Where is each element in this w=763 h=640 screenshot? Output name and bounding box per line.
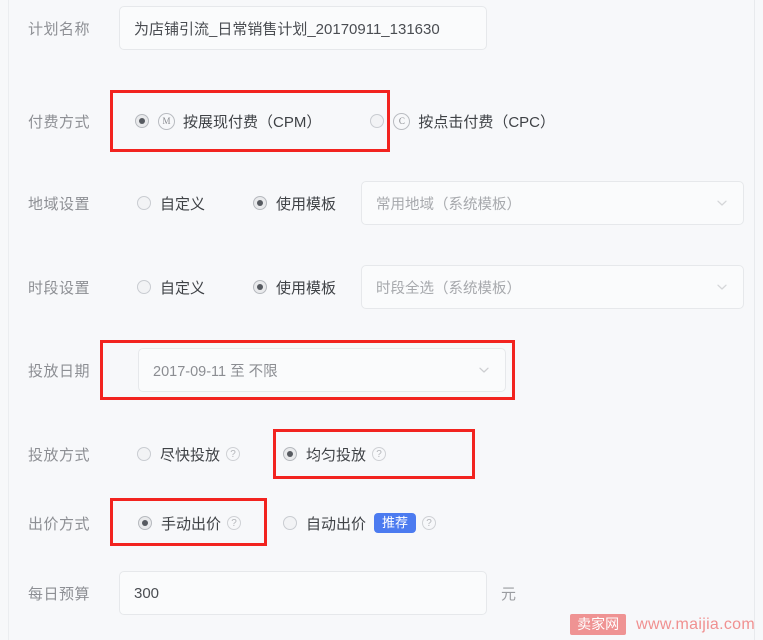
radio-indicator-time-custom[interactable] <box>137 280 151 294</box>
radio-label-cpc: 按点击付费（CPC） <box>418 113 556 131</box>
cpc-badge-icon: C <box>393 112 411 130</box>
help-icon[interactable]: ? <box>372 447 387 461</box>
label-delivery-date: 投放日期 <box>28 362 91 380</box>
radio-pay-cpc[interactable]: C 按点击付费（CPC） <box>370 111 555 132</box>
radio-pay-cpm[interactable]: M 按展现付费（CPM） <box>135 111 321 132</box>
radio-delivery-even[interactable]: 均匀投放 ? <box>283 444 387 465</box>
label-delivery-method: 投放方式 <box>28 446 91 464</box>
region-template-value: 常用地域（系统模板） <box>376 196 522 213</box>
radio-label-time-custom: 自定义 <box>160 279 206 297</box>
pay-method-radio-group: M 按展现付费（CPM） C 按点击付费（CPC） <box>119 111 555 132</box>
label-pay-method: 付费方式 <box>28 113 91 131</box>
daily-budget-input[interactable]: 300 <box>119 571 487 615</box>
radio-region-template[interactable]: 使用模板 <box>253 193 336 214</box>
radio-time-custom[interactable]: 自定义 <box>137 277 205 298</box>
radio-indicator-cpm[interactable] <box>135 114 149 128</box>
campaign-settings-panel: 计划名称 为店铺引流_日常销售计划_20170911_131630 付费方式 M… <box>9 0 754 640</box>
panel-right-edge <box>754 0 755 640</box>
radio-indicator-time-template[interactable] <box>253 280 268 294</box>
cpm-badge-icon: M <box>158 112 175 130</box>
row-daily-budget: 每日预算 300 元 <box>9 570 754 616</box>
radio-bid-auto[interactable]: 自动出价 推荐 ? <box>283 513 437 534</box>
chevron-down-icon[interactable] <box>715 280 729 294</box>
region-radio-group: 自定义 使用模板 <box>119 193 336 214</box>
help-icon[interactable]: ? <box>227 516 242 530</box>
bid-method-radio-group: 手动出价 ? 自动出价 推荐 ? <box>119 513 437 534</box>
radio-label-time-template: 使用模板 <box>276 279 337 297</box>
row-time-setting: 时段设置 自定义 使用模板 时段全选（系统模板） <box>9 264 754 310</box>
radio-label-bid-manual: 手动出价 <box>161 515 222 533</box>
help-icon[interactable]: ? <box>422 516 437 530</box>
radio-label-delivery-asap: 尽快投放 <box>160 446 221 464</box>
row-bid-method: 出价方式 手动出价 ? 自动出价 推荐 ? <box>9 500 754 546</box>
time-template-value: 时段全选（系统模板） <box>376 280 522 297</box>
row-pay-method: 付费方式 M 按展现付费（CPM） C 按点击付费（CPC） <box>9 98 754 144</box>
radio-indicator-region-template[interactable] <box>253 196 268 210</box>
time-radio-group: 自定义 使用模板 <box>119 277 336 298</box>
row-plan-name: 计划名称 为店铺引流_日常销售计划_20170911_131630 <box>9 5 754 51</box>
radio-indicator-delivery-even[interactable] <box>283 447 298 461</box>
label-daily-budget: 每日预算 <box>28 585 91 603</box>
radio-label-delivery-even: 均匀投放 <box>306 446 367 464</box>
radio-label-bid-auto: 自动出价 <box>306 515 367 533</box>
radio-time-template[interactable]: 使用模板 <box>253 277 336 298</box>
row-delivery-date: 投放日期 2017-09-11 至 不限 <box>9 347 754 393</box>
radio-delivery-asap[interactable]: 尽快投放 ? <box>137 444 241 465</box>
delivery-date-select[interactable]: 2017-09-11 至 不限 <box>138 348 506 392</box>
row-region-setting: 地域设置 自定义 使用模板 常用地域（系统模板） <box>9 180 754 226</box>
radio-indicator-bid-manual[interactable] <box>138 516 152 530</box>
radio-label-region-custom: 自定义 <box>160 195 206 213</box>
watermark: 卖家网 www.maijia.com <box>570 614 755 635</box>
label-time-setting: 时段设置 <box>28 279 91 297</box>
time-template-select[interactable]: 时段全选（系统模板） <box>361 265 745 309</box>
delivery-method-radio-group: 尽快投放 ? 均匀投放 ? <box>119 444 387 465</box>
radio-indicator-cpc[interactable] <box>370 114 385 128</box>
region-template-select[interactable]: 常用地域（系统模板） <box>361 181 745 225</box>
radio-label-region-template: 使用模板 <box>276 195 337 213</box>
plan-name-input[interactable]: 为店铺引流_日常销售计划_20170911_131630 <box>119 6 487 50</box>
delivery-date-value: 2017-09-11 至 不限 <box>153 363 278 380</box>
help-icon[interactable]: ? <box>226 447 241 461</box>
chevron-down-icon[interactable] <box>715 196 729 210</box>
recommended-badge: 推荐 <box>374 513 417 533</box>
chevron-down-icon[interactable] <box>477 363 491 377</box>
watermark-tag: 卖家网 <box>570 614 627 635</box>
radio-bid-manual[interactable]: 手动出价 ? <box>138 513 242 534</box>
radio-indicator-bid-auto[interactable] <box>283 516 298 530</box>
radio-indicator-region-custom[interactable] <box>137 196 151 210</box>
radio-label-cpm: 按展现付费（CPM） <box>183 113 322 131</box>
label-plan-name: 计划名称 <box>28 20 91 38</box>
label-bid-method: 出价方式 <box>28 515 91 533</box>
radio-region-custom[interactable]: 自定义 <box>137 193 205 214</box>
radio-indicator-delivery-asap[interactable] <box>137 447 151 461</box>
label-region-setting: 地域设置 <box>28 195 91 213</box>
budget-unit-label: 元 <box>501 585 517 603</box>
row-delivery-method: 投放方式 尽快投放 ? 均匀投放 ? <box>9 431 754 477</box>
watermark-url: www.maijia.com <box>636 615 755 633</box>
